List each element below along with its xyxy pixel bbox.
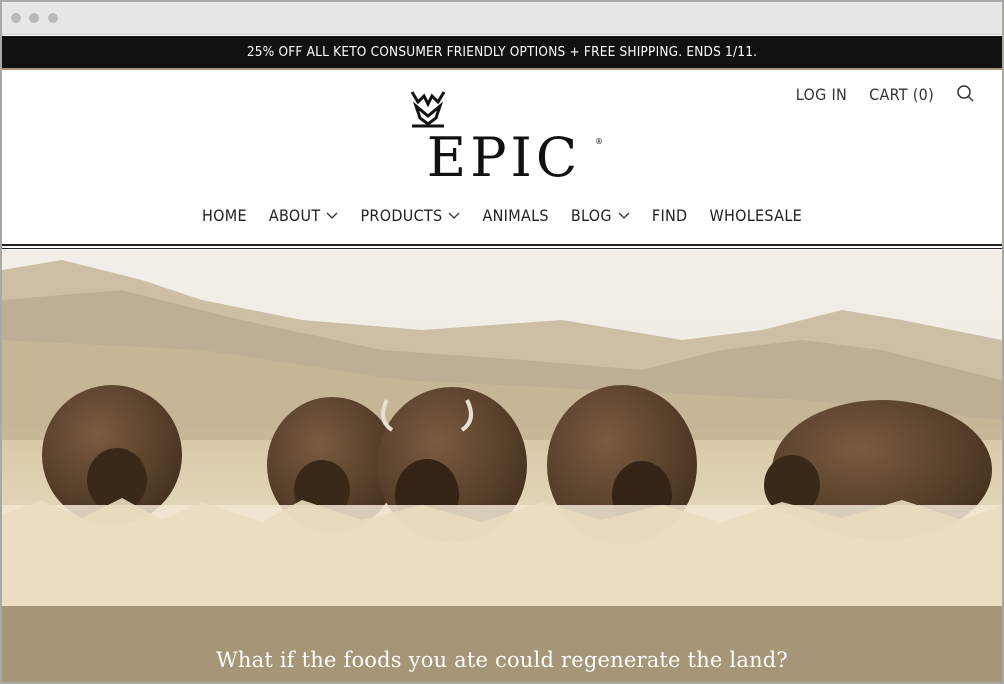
- nav-blog[interactable]: BLOG: [571, 206, 630, 225]
- epic-logo[interactable]: EPIC ®: [402, 90, 606, 186]
- chevron-down-icon: [618, 212, 630, 219]
- header-divider-thin: [2, 248, 1002, 249]
- nav-wholesale[interactable]: WHOLESALE: [709, 206, 802, 225]
- nav-label: PRODUCTS: [360, 206, 443, 225]
- site-header: LOG IN CART (0) EPIC ® HOME ABOUT PRODUC…: [2, 72, 1002, 244]
- nav-products[interactable]: PRODUCTS: [360, 206, 460, 225]
- nav-label: ANIMALS: [482, 206, 549, 225]
- nav-home[interactable]: HOME: [202, 206, 247, 225]
- nav-find[interactable]: FIND: [652, 206, 688, 225]
- nav-label: BLOG: [570, 206, 612, 225]
- nav-animals[interactable]: ANIMALS: [482, 206, 548, 225]
- chevron-down-icon: [326, 212, 338, 219]
- browser-frame: 25% OFF ALL KETO CONSUMER FRIENDLY OPTIO…: [0, 0, 1004, 684]
- promo-banner[interactable]: 25% OFF ALL KETO CONSUMER FRIENDLY OPTIO…: [2, 36, 1002, 70]
- mission-headline: What if the foods you ate could regenera…: [216, 648, 788, 672]
- window-minimize-button[interactable]: [29, 13, 39, 23]
- promo-text: 25% OFF ALL KETO CONSUMER FRIENDLY OPTIO…: [246, 44, 758, 60]
- chevron-down-icon: [449, 212, 460, 219]
- window-close-button[interactable]: [11, 13, 21, 23]
- logo-wordmark: EPIC: [426, 126, 582, 189]
- bison-skull-icon: [410, 91, 446, 128]
- login-link[interactable]: LOG IN: [796, 85, 847, 104]
- utility-links: LOG IN CART (0): [796, 84, 976, 104]
- search-icon[interactable]: [956, 84, 976, 104]
- hero-image: [2, 250, 1002, 606]
- nav-about[interactable]: ABOUT: [269, 206, 339, 225]
- registered-mark: ®: [595, 137, 603, 146]
- mission-band: What if the foods you ate could regenera…: [2, 606, 1002, 682]
- nav-label: ABOUT: [268, 206, 321, 225]
- header-divider: [2, 244, 1002, 246]
- nav-label: HOME: [201, 206, 247, 225]
- window-titlebar: [2, 2, 1002, 35]
- window-maximize-button[interactable]: [48, 13, 58, 23]
- main-nav: HOME ABOUT PRODUCTS ANIMALS BLOG FIND WH…: [2, 206, 1002, 225]
- nav-label: WHOLESALE: [709, 206, 803, 225]
- cart-link[interactable]: CART (0): [869, 85, 934, 104]
- nav-label: FIND: [651, 206, 688, 225]
